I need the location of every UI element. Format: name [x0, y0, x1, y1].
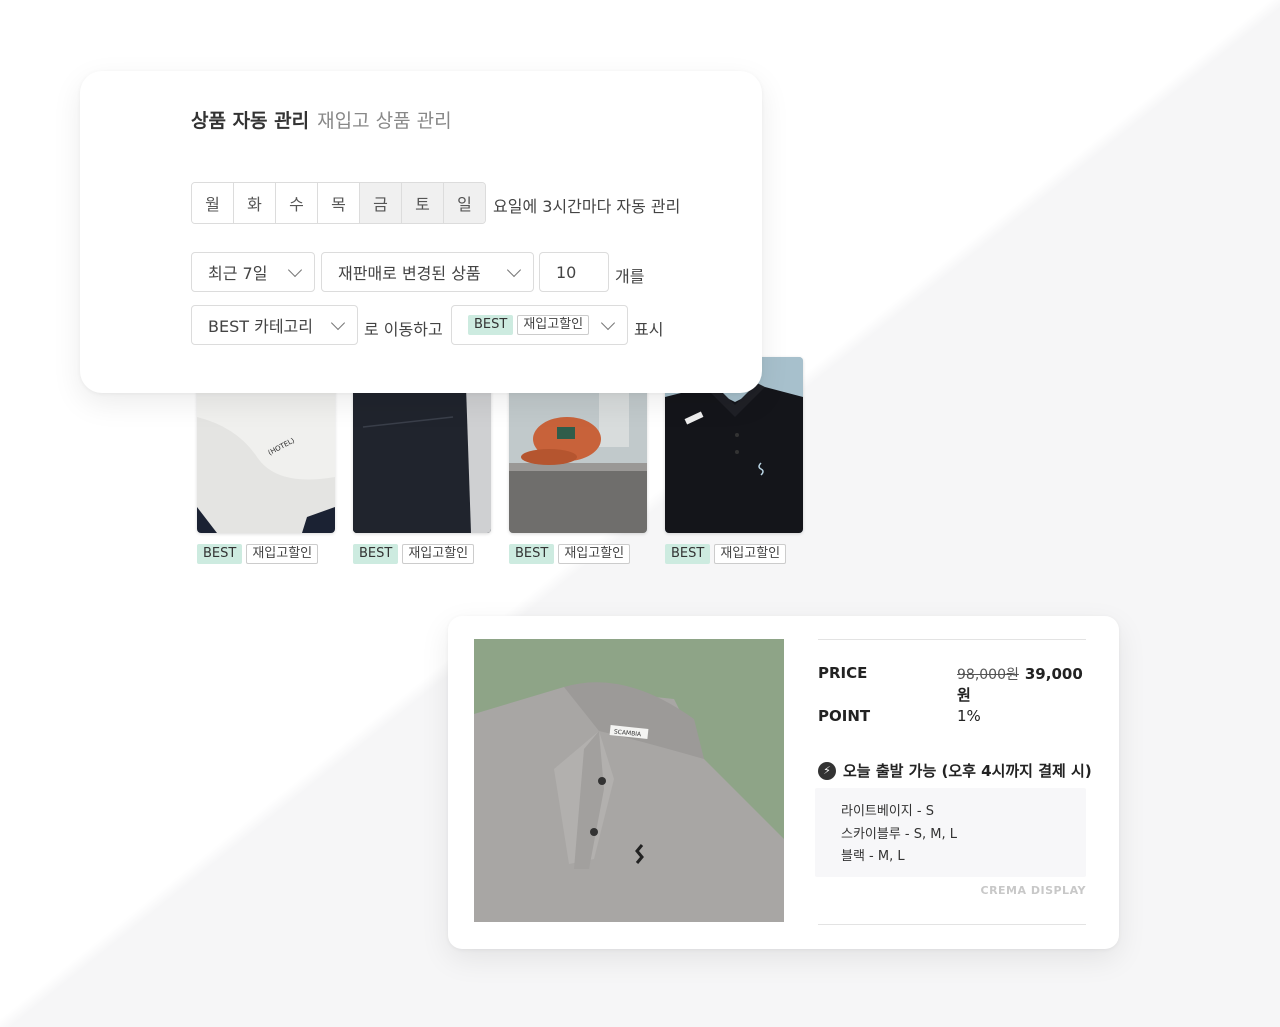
grey-polo-image: SCAMBIA: [474, 639, 784, 922]
shipping-text: 오늘 출발 가능 (오후 4시까지 결제 시): [843, 762, 1092, 780]
category-select[interactable]: BEST 카테고리: [191, 305, 358, 345]
period-select-value: 최근 7일: [208, 264, 268, 283]
panel-title: 상품 자동 관리 재입고 상품 관리: [191, 106, 452, 133]
chevron-down-icon: [330, 315, 346, 330]
move-text: 로 이동하고: [364, 320, 443, 339]
shipping-info: ⚡ 오늘 출발 가능 (오후 4시까지 결제 시): [818, 760, 1092, 781]
stock-item: 라이트베이지 - S: [841, 804, 934, 819]
thumbnail-tags: BEST 재입고할인: [353, 544, 475, 564]
count-input[interactable]: 10: [539, 252, 609, 292]
stock-list: 라이트베이지 - S 스카이블루 - S, M, L 블랙 - M, L: [815, 788, 1086, 877]
restock-badge: 재입고할인: [246, 544, 319, 564]
day-wed[interactable]: 수: [276, 183, 318, 223]
day-tue[interactable]: 화: [234, 183, 276, 223]
day-fri[interactable]: 금: [360, 183, 402, 223]
chevron-down-icon: [506, 262, 522, 277]
restock-badge: 재입고할인: [517, 315, 590, 335]
info-bottom-divider: [818, 924, 1086, 925]
original-price: 98,000원: [957, 667, 1019, 683]
best-badge: BEST: [509, 544, 555, 564]
title-sub: 재입고 상품 관리: [317, 110, 452, 132]
best-badge: BEST: [353, 544, 399, 564]
period-select[interactable]: 최근 7일: [191, 252, 315, 292]
thumbnail-tags: BEST 재입고할인: [665, 544, 787, 564]
badge-select[interactable]: BEST 재입고할인: [451, 305, 628, 345]
badge-select-value: BEST 재입고할인: [468, 315, 603, 335]
best-badge: BEST: [468, 315, 514, 335]
point-value: 1%: [957, 707, 981, 725]
count-suffix: 개를: [615, 267, 645, 286]
stock-item: 스카이블루 - S, M, L: [841, 826, 957, 842]
title-main: 상품 자동 관리: [191, 110, 310, 132]
condition-select[interactable]: 재판매로 변경된 상품: [321, 252, 534, 292]
display-text: 표시: [634, 320, 664, 339]
thumbnail-tags: BEST 재입고할인: [197, 544, 319, 564]
day-selector: 월 화 수 목 금 토 일: [191, 182, 486, 224]
restock-badge: 재입고할인: [714, 544, 787, 564]
best-badge: BEST: [665, 544, 711, 564]
restock-badge: 재입고할인: [402, 544, 475, 564]
chevron-down-icon: [287, 262, 303, 277]
schedule-text: 요일에 3시간마다 자동 관리: [493, 197, 681, 216]
condition-select-value: 재판매로 변경된 상품: [338, 264, 481, 283]
product-image[interactable]: SCAMBIA: [474, 639, 784, 922]
day-thu[interactable]: 목: [318, 183, 360, 223]
price-label: PRICE: [818, 664, 868, 682]
day-sat[interactable]: 토: [402, 183, 444, 223]
info-top-divider: [818, 639, 1086, 640]
stock-item: 블랙 - M, L: [841, 849, 905, 864]
best-badge: BEST: [197, 544, 243, 564]
thumbnail-tags: BEST 재입고할인: [509, 544, 631, 564]
product-detail-card: SCAMBIA PRICE 98,000원 39,000원 POINT 1% ⚡ …: [448, 616, 1119, 949]
category-select-value: BEST 카테고리: [208, 317, 313, 336]
crema-display-logo: CREMA DISPLAY: [980, 884, 1086, 897]
product-info: PRICE 98,000원 39,000원 POINT 1% ⚡ 오늘 출발 가능…: [815, 639, 1092, 925]
day-mon[interactable]: 월: [192, 183, 234, 223]
chevron-down-icon: [600, 315, 616, 330]
point-label: POINT: [818, 707, 871, 725]
auto-management-panel: 상품 자동 관리 재입고 상품 관리 월 화 수 목 금 토 일 요일에 3시간마…: [80, 71, 762, 393]
restock-badge: 재입고할인: [558, 544, 631, 564]
price-values: 98,000원 39,000원: [957, 664, 1086, 705]
day-sun[interactable]: 일: [444, 183, 485, 223]
lightning-icon: ⚡: [818, 761, 836, 780]
count-input-value: 10: [556, 262, 577, 282]
